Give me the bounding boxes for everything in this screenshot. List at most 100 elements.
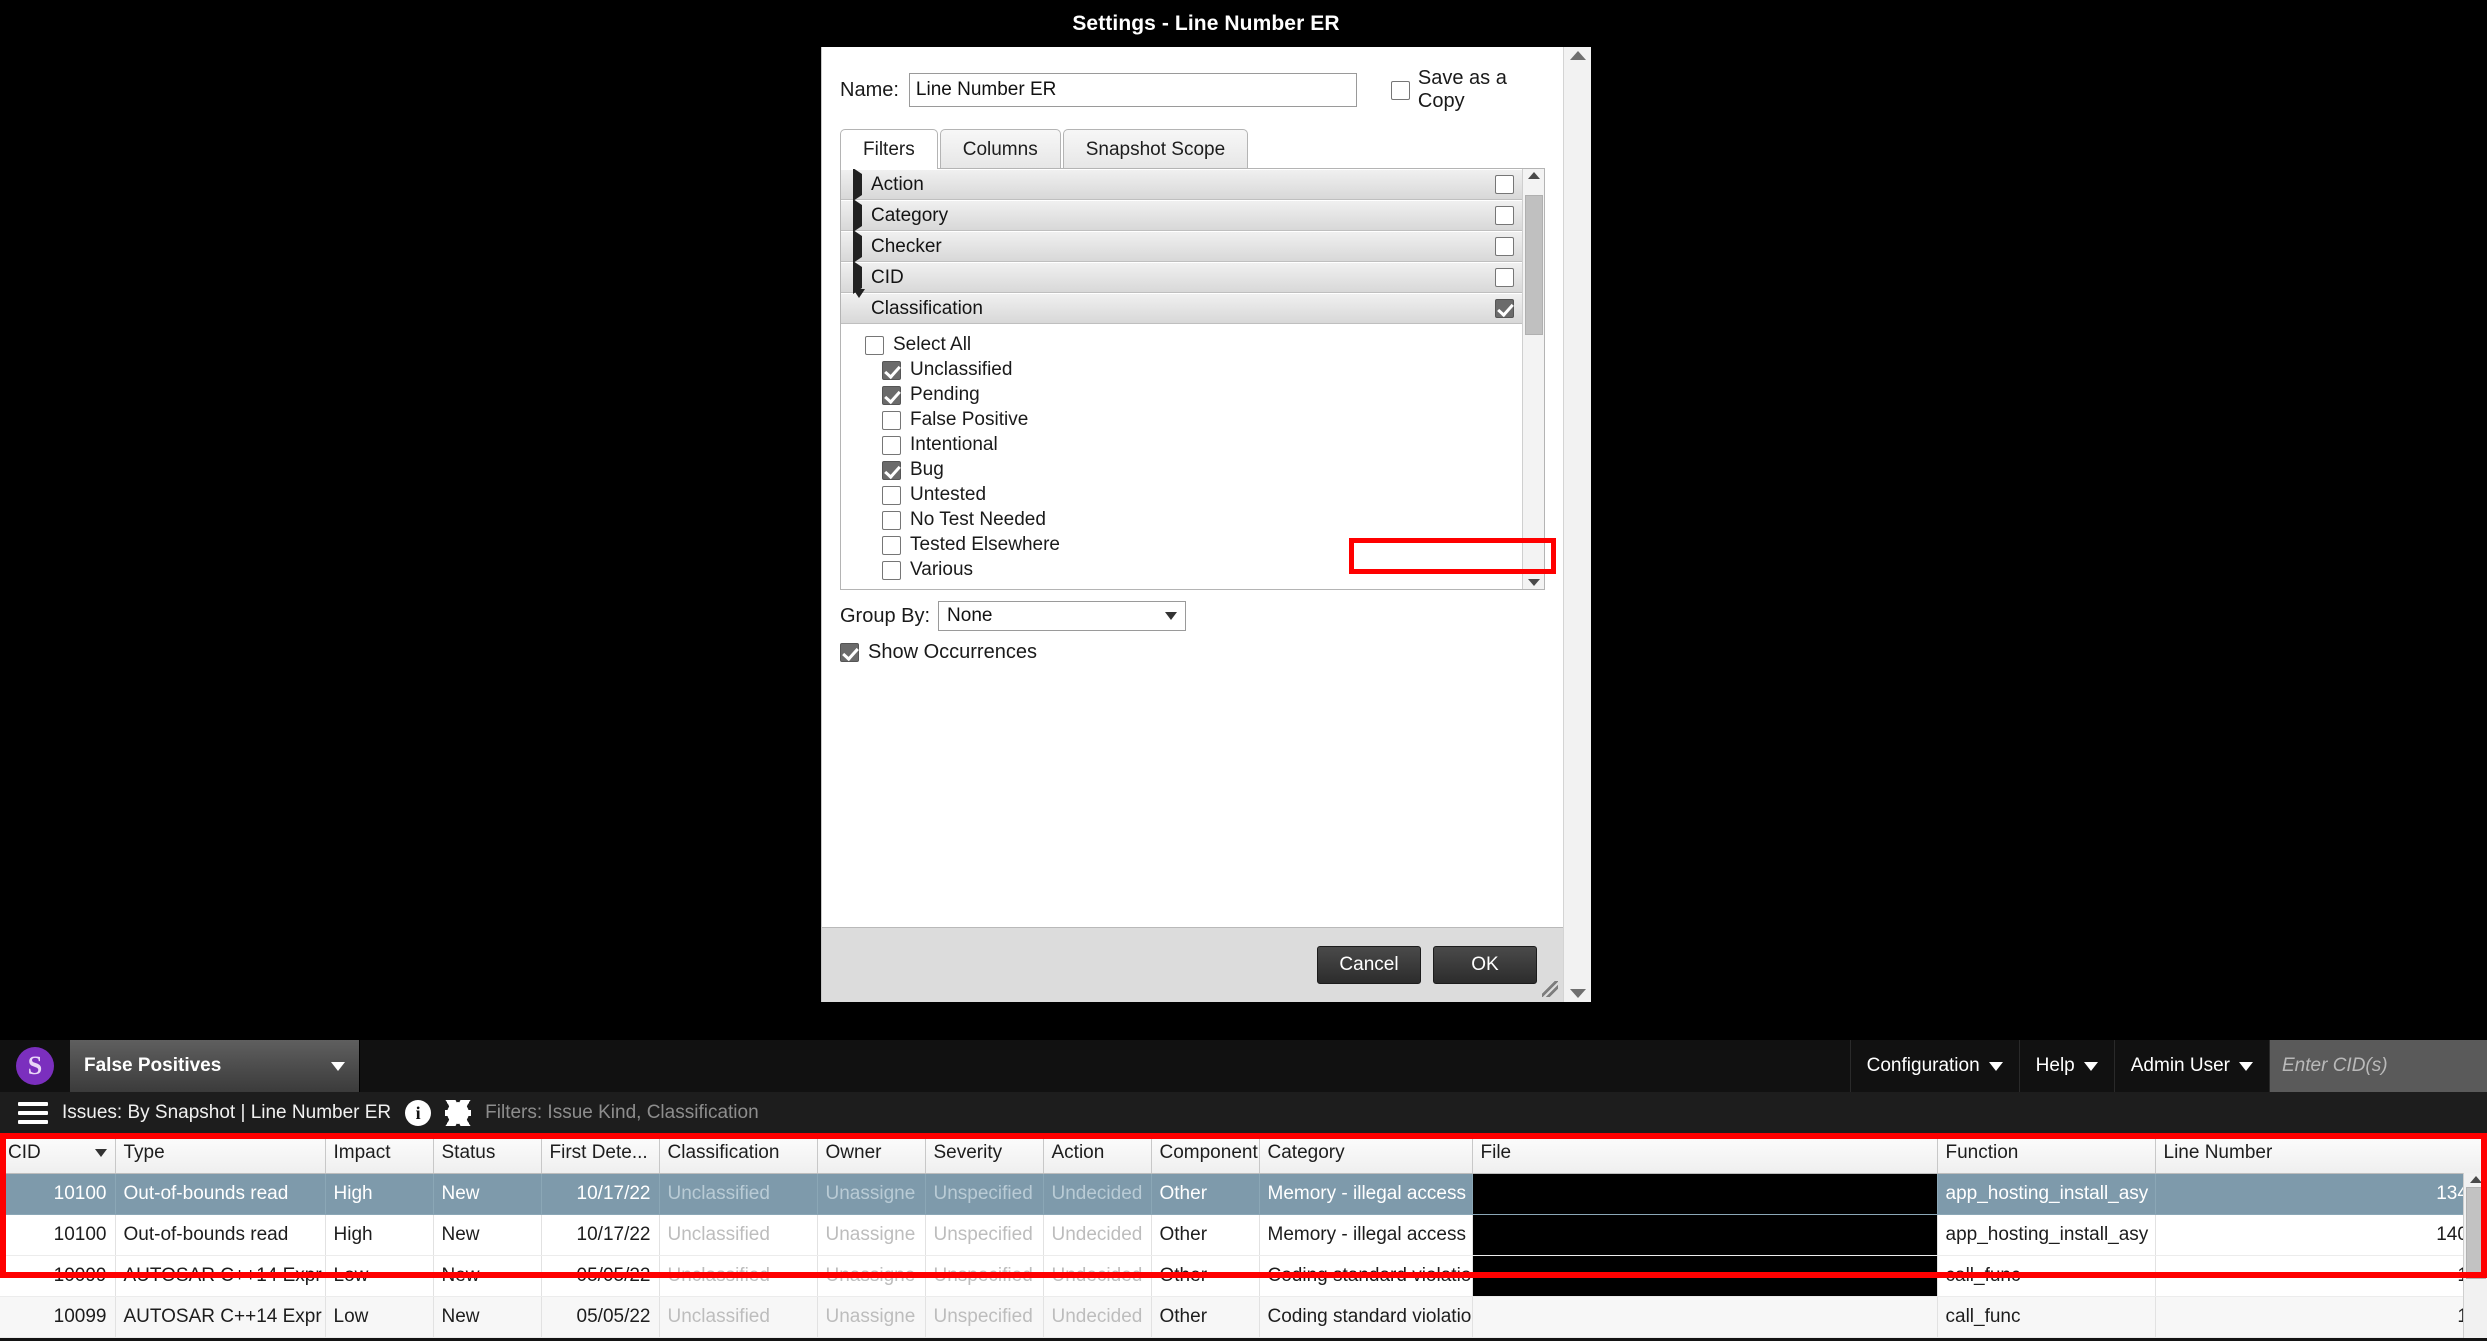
chevron-down-icon[interactable]: [2083, 1061, 2098, 1071]
option-untested[interactable]: Untested: [865, 484, 1522, 506]
scroll-down-icon[interactable]: [1569, 989, 1586, 998]
chevron-down-icon[interactable]: [1165, 612, 1178, 620]
tab-columns[interactable]: Columns: [939, 129, 1061, 169]
menu-help[interactable]: Help: [2018, 1040, 2114, 1092]
column-header-component[interactable]: Component: [1151, 1134, 1260, 1174]
show-occurrences-box[interactable]: [840, 643, 859, 662]
chevron-down-icon[interactable]: [2239, 1061, 2253, 1071]
option-no-test-needed-checkbox[interactable]: [882, 510, 901, 530]
table-row[interactable]: 10099 AUTOSAR C++14 Expr Low New 05/05/2…: [0, 1255, 2487, 1297]
filter-group-checker-checkbox[interactable]: [1495, 237, 1514, 256]
info-icon[interactable]: i: [405, 1100, 432, 1126]
filter-group-action[interactable]: Action: [841, 169, 1522, 201]
ok-button[interactable]: OK: [1433, 946, 1537, 984]
name-input[interactable]: [908, 73, 1357, 107]
cell-component: Other: [1151, 1255, 1260, 1297]
tab-snapshot-scope[interactable]: Snapshot Scope: [1062, 129, 1249, 169]
table-scrollbar[interactable]: [2463, 1173, 2487, 1338]
option-bug[interactable]: Bug: [865, 459, 1522, 481]
column-header-classification[interactable]: Classification: [659, 1134, 818, 1174]
column-header-type[interactable]: Type: [115, 1134, 326, 1174]
column-header-file[interactable]: File: [1472, 1134, 1938, 1174]
save-as-copy-box[interactable]: [1390, 80, 1410, 100]
scroll-up-icon[interactable]: [1527, 172, 1540, 179]
chevron-right-icon[interactable]: [853, 198, 871, 232]
menu-configuration[interactable]: Configuration: [1849, 1040, 2019, 1092]
filter-scroll-thumb[interactable]: [1525, 195, 1543, 335]
column-header-action[interactable]: Action: [1043, 1134, 1152, 1174]
option-various[interactable]: Various: [865, 559, 1522, 581]
scroll-up-icon[interactable]: [1569, 51, 1586, 60]
column-header-category[interactable]: Category: [1259, 1134, 1473, 1174]
scroll-up-icon[interactable]: [2469, 1176, 2482, 1183]
column-header-line-number-label: Line Number: [2163, 1142, 2273, 1164]
filter-scroll-track[interactable]: [1523, 179, 1544, 579]
group-by-select[interactable]: None: [938, 601, 1187, 631]
dialog-scrollbar[interactable]: [1563, 47, 1591, 1002]
scroll-down-icon[interactable]: [1527, 579, 1540, 586]
column-header-function[interactable]: Function: [1937, 1134, 2156, 1174]
filter-group-cid[interactable]: CID: [841, 260, 1522, 294]
chevron-down-icon[interactable]: [853, 288, 871, 320]
project-selector[interactable]: False Positives: [70, 1040, 360, 1092]
resize-grip-icon[interactable]: [1542, 981, 1558, 997]
filter-group-action-checkbox[interactable]: [1495, 175, 1514, 194]
option-intentional[interactable]: Intentional: [865, 434, 1522, 456]
option-no-test-needed[interactable]: No Test Needed: [865, 509, 1522, 531]
tab-filters[interactable]: Filters: [840, 129, 938, 169]
sort-descending-icon[interactable]: [94, 1149, 107, 1158]
filter-group-category-checkbox[interactable]: [1495, 206, 1514, 225]
option-various-checkbox[interactable]: [882, 560, 901, 580]
filter-group-cid-checkbox[interactable]: [1495, 268, 1514, 287]
table-row[interactable]: 10099 AUTOSAR C++14 Expr Low New 05/05/2…: [0, 1296, 2487, 1338]
option-unclassified-checkbox[interactable]: [882, 360, 901, 380]
hamburger-menu-icon[interactable]: [18, 1102, 48, 1124]
option-bug-checkbox[interactable]: [882, 460, 901, 480]
filter-group-checker[interactable]: Checker: [841, 229, 1522, 263]
table-row[interactable]: 10100 Out-of-bounds read High New 10/17/…: [0, 1214, 2487, 1256]
save-as-copy-label: Save as a Copy: [1417, 67, 1507, 112]
option-pending[interactable]: Pending: [865, 384, 1522, 406]
option-select-all-checkbox[interactable]: [865, 335, 884, 355]
cell-classification: Unclassified: [659, 1214, 818, 1256]
cell-type: AUTOSAR C++14 Expr: [115, 1296, 326, 1338]
column-header-impact[interactable]: Impact: [325, 1134, 434, 1174]
column-header-line-number[interactable]: Line Number: [2155, 1134, 2487, 1174]
option-false-positive[interactable]: False Positive: [865, 409, 1522, 431]
column-header-owner[interactable]: Owner: [817, 1134, 926, 1174]
option-unclassified[interactable]: Unclassified: [865, 359, 1522, 381]
option-pending-checkbox[interactable]: [882, 385, 901, 405]
filter-group-classification-checkbox[interactable]: [1495, 299, 1514, 318]
save-as-copy-checkbox[interactable]: Save as a Copy: [1390, 67, 1545, 113]
table-scroll-thumb[interactable]: [2465, 1187, 2486, 1279]
column-header-cid[interactable]: CID: [0, 1134, 116, 1174]
filter-list-scrollbar[interactable]: [1522, 169, 1544, 589]
column-header-severity[interactable]: Severity: [925, 1134, 1044, 1174]
coverity-app-window: S False Positives Configuration Help Adm…: [0, 1040, 2487, 1341]
cancel-button[interactable]: Cancel: [1317, 946, 1421, 984]
filter-group-category-label: Category: [871, 204, 949, 226]
chevron-right-icon[interactable]: [853, 169, 871, 201]
cell-cid: 10099: [0, 1296, 116, 1338]
column-header-status[interactable]: Status: [433, 1134, 542, 1174]
chevron-right-icon[interactable]: [853, 260, 871, 294]
filter-group-category[interactable]: Category: [841, 198, 1522, 232]
show-occurrences-checkbox[interactable]: Show Occurrences: [840, 641, 1037, 664]
chevron-right-icon[interactable]: [853, 229, 871, 263]
option-tested-elsewhere[interactable]: Tested Elsewhere: [865, 534, 1522, 556]
column-header-first-detected[interactable]: First Dete...: [541, 1134, 660, 1174]
filter-group-classification[interactable]: Classification: [841, 288, 1522, 324]
gear-icon[interactable]: [445, 1100, 472, 1126]
tab-filters-label: Filters: [863, 138, 915, 160]
column-header-cid-label: CID: [8, 1142, 41, 1164]
table-row[interactable]: 10100 Out-of-bounds read High New 10/17/…: [0, 1173, 2487, 1215]
cid-search-input[interactable]: Enter CID(s): [2269, 1040, 2487, 1092]
chevron-down-icon[interactable]: [331, 1061, 345, 1071]
option-tested-elsewhere-checkbox[interactable]: [882, 535, 901, 555]
menu-admin-user[interactable]: Admin User: [2113, 1040, 2269, 1092]
option-intentional-checkbox[interactable]: [882, 435, 901, 455]
option-untested-checkbox[interactable]: [882, 485, 901, 505]
option-false-positive-checkbox[interactable]: [882, 410, 901, 430]
chevron-down-icon[interactable]: [1988, 1061, 2003, 1071]
option-select-all[interactable]: Select All: [865, 334, 1522, 356]
